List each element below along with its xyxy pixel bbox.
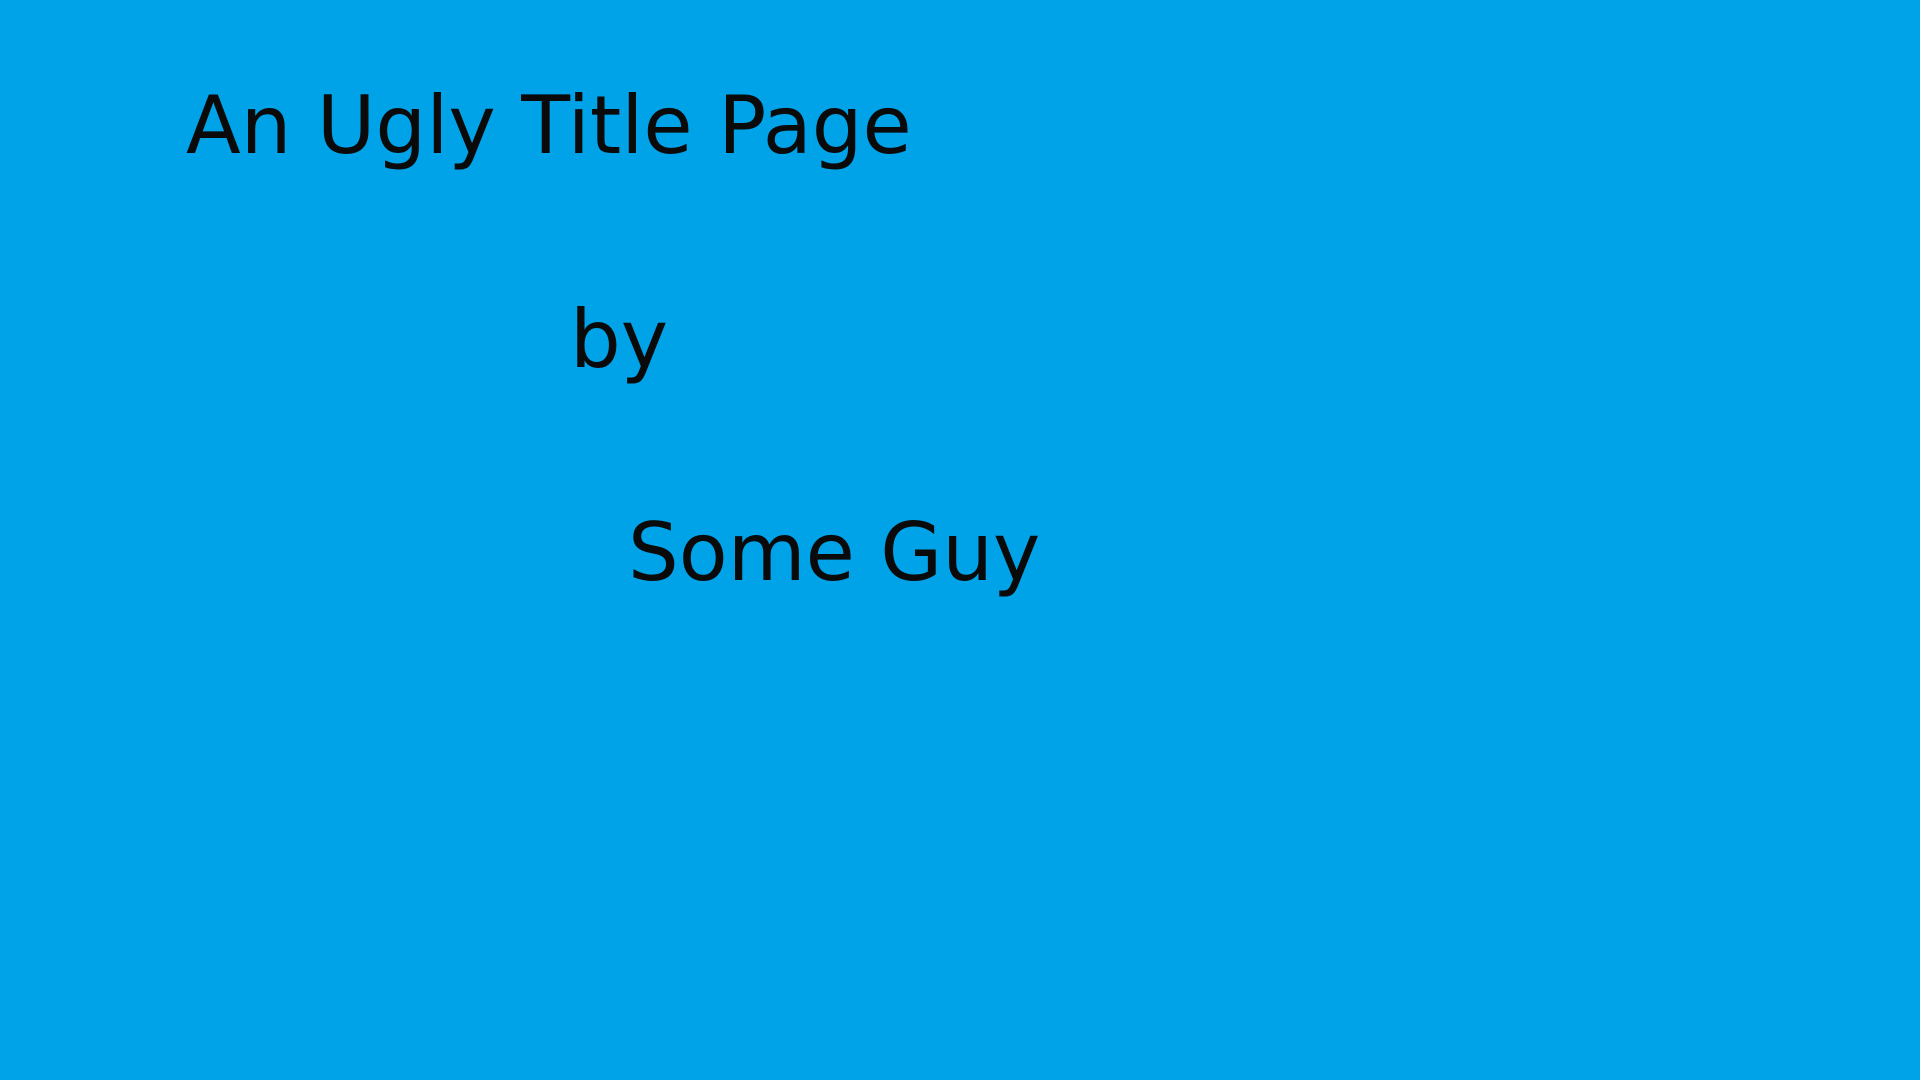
author-name: Some Guy — [628, 506, 1041, 599]
byline-connector: by — [570, 293, 669, 386]
slide-title: An Ugly Title Page — [186, 79, 912, 172]
title-slide: An Ugly Title Page by Some Guy — [0, 0, 1920, 1080]
